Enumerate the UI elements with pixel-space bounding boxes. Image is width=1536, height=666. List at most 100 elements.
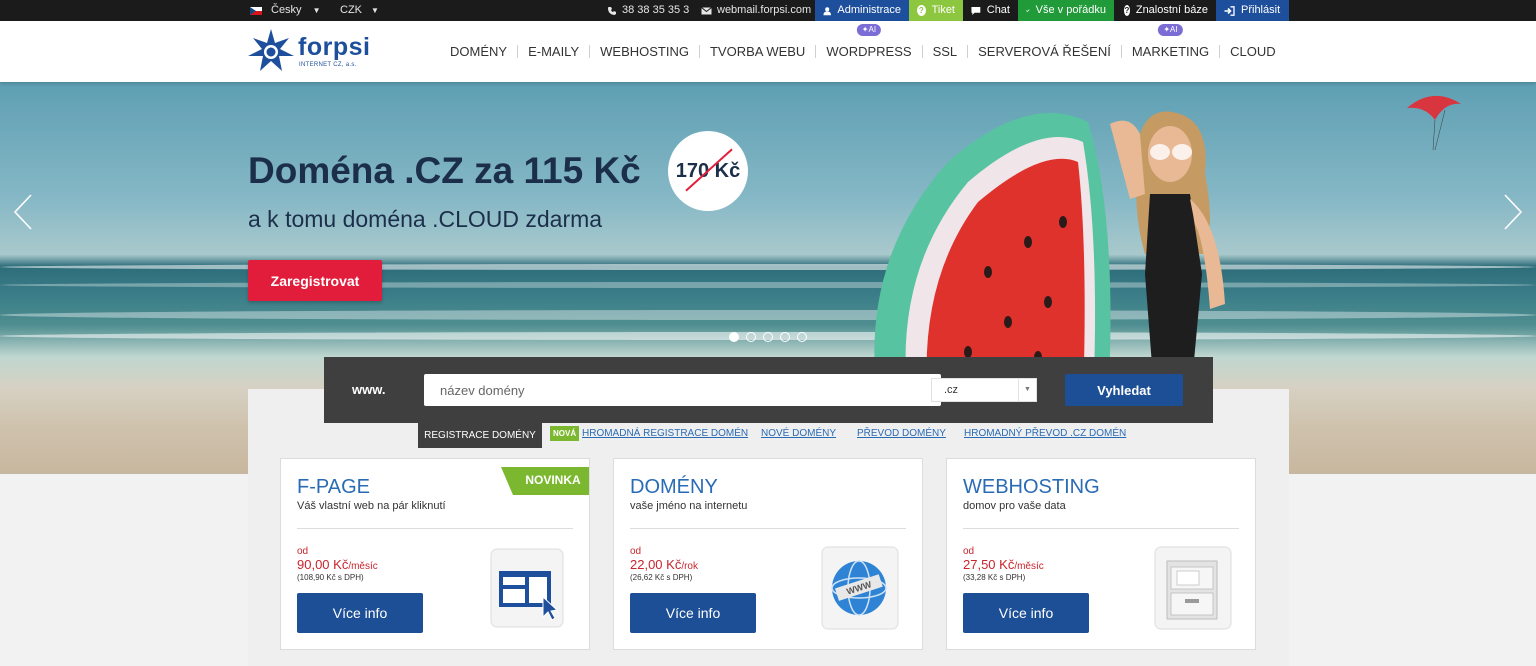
chat-label: Chat xyxy=(986,4,1010,16)
nav-item-tvorba-webu[interactable]: TVORBA WEBU xyxy=(698,44,815,59)
divider xyxy=(963,528,1239,529)
slider-dot[interactable] xyxy=(780,332,790,342)
webmail-link[interactable]: webmail.forpsi.com xyxy=(701,0,811,21)
slider-prev-arrow-icon[interactable] xyxy=(13,194,33,237)
knowledge-base-link[interactable]: ? Znalostní báze xyxy=(1116,0,1216,21)
top-bar: Česky ▼ CZK ▼ 38 38 35 35 3 webmail.forp… xyxy=(0,0,1536,21)
web-builder-icon xyxy=(490,548,564,628)
nav-item-domeny[interactable]: DOMÉNY xyxy=(440,45,517,58)
logo-subtitle: INTERNET CZ, a.s. xyxy=(299,62,357,68)
more-info-button[interactable]: Více info xyxy=(963,593,1089,633)
language-selector[interactable]: Česky ▼ xyxy=(250,0,320,21)
wave-decoration xyxy=(0,282,1536,288)
slider-dot[interactable] xyxy=(763,332,773,342)
question-icon: ? xyxy=(917,5,926,16)
tab-registrace-domeny[interactable]: REGISTRACE DOMÉNY xyxy=(418,423,542,448)
status-button[interactable]: Vše v pořádku xyxy=(1018,0,1114,21)
forpsi-logo[interactable]: forpsi INTERNET CZ, a.s. xyxy=(248,27,378,75)
login-label: Přihlásit xyxy=(1241,4,1281,16)
chat-bubble-icon xyxy=(971,6,981,15)
currency-selector[interactable]: CZK ▼ xyxy=(340,0,379,21)
more-info-button[interactable]: Více info xyxy=(297,593,423,633)
price-from: od xyxy=(297,546,309,557)
language-label: Česky xyxy=(271,4,302,16)
nav-item-serverova-reseni[interactable]: SERVEROVÁ ŘEŠENÍ xyxy=(967,45,1121,58)
webmail-label: webmail.forpsi.com xyxy=(717,4,812,16)
hero-subtitle: a k tomu doména .CLOUD zdarma xyxy=(248,206,603,232)
link-bulk-registration[interactable]: HROMADNÁ REGISTRACE DOMÉN xyxy=(582,428,748,439)
link-domain-transfer[interactable]: PŘEVOD DOMÉNY xyxy=(857,428,946,439)
price: 90,00 Kč/měsíc xyxy=(297,557,378,572)
domain-search-panel: www. .cz ▼ Vyhledat xyxy=(324,357,1213,423)
nav-label: CLOUD xyxy=(1230,44,1276,59)
price-with-vat: (26,62 Kč s DPH) xyxy=(630,573,693,582)
more-info-button[interactable]: Více info xyxy=(630,593,756,633)
link-bulk-cz-transfer[interactable]: HROMADNÝ PŘEVOD .CZ DOMÉN xyxy=(964,428,1126,439)
wave-decoration xyxy=(0,310,1536,320)
login-button[interactable]: Přihlásit xyxy=(1216,0,1289,21)
slider-next-arrow-icon[interactable] xyxy=(1503,194,1523,237)
chat-button[interactable]: Chat xyxy=(963,0,1018,21)
checkmark-icon xyxy=(1026,9,1030,12)
nav-label: E-MAILY xyxy=(528,44,580,59)
price-value: 27,50 Kč xyxy=(963,557,1015,572)
czech-flag-icon xyxy=(250,6,262,15)
nav-item-webhosting[interactable]: WEBHOSTING xyxy=(589,45,699,58)
ai-badge-label: AI xyxy=(868,25,877,34)
ai-badge: ✦AI xyxy=(856,24,882,36)
ai-badge: ✦AI xyxy=(1158,24,1183,36)
wave-decoration xyxy=(0,264,1536,270)
card-subtitle: Váš vlastní web na pár kliknutí xyxy=(297,500,446,512)
novinka-ribbon: NOVINKA xyxy=(501,467,589,501)
domain-search-input[interactable] xyxy=(424,374,941,406)
currency-label: CZK xyxy=(340,4,362,16)
tiket-label: Tiket xyxy=(931,4,955,16)
chevron-down-icon: ▼ xyxy=(371,6,379,15)
chevron-down-icon: ▼ xyxy=(312,6,321,15)
link-new-domains[interactable]: NOVÉ DOMÉNY xyxy=(761,428,836,439)
search-button[interactable]: Vyhledat xyxy=(1065,374,1183,406)
price: 22,00 Kč/rok xyxy=(630,557,698,572)
nav-item-marketing[interactable]: ✦AI MARKETING xyxy=(1120,24,1219,58)
phone-number: 38 38 35 35 3 xyxy=(622,4,690,16)
site-header: forpsi INTERNET CZ, a.s. DOMÉNY E-MAILY … xyxy=(0,21,1536,82)
ai-badge-label: AI xyxy=(1170,25,1178,34)
register-button[interactable]: Zaregistrovat xyxy=(248,260,382,301)
slider-dot[interactable] xyxy=(797,332,807,342)
nav-item-emaily[interactable]: E-MAILY xyxy=(517,45,589,58)
price-value: 22,00 Kč xyxy=(630,557,682,572)
hero-title: Doména .CZ za 115 Kč xyxy=(248,150,641,191)
envelope-icon xyxy=(701,6,712,14)
phone-link[interactable]: 38 38 35 35 3 xyxy=(607,0,689,21)
question-icon: ? xyxy=(1124,5,1130,16)
nav-label: WORDPRESS xyxy=(826,44,912,59)
slider-dot[interactable] xyxy=(729,332,739,342)
tiket-button[interactable]: ? Tiket xyxy=(909,0,963,21)
administrace-button[interactable]: Administrace xyxy=(815,0,909,21)
nav-item-ssl[interactable]: SSL xyxy=(921,45,968,58)
logo-wordmark: forpsi xyxy=(298,33,371,61)
nav-label: SERVEROVÁ ŘEŠENÍ xyxy=(978,44,1111,59)
server-drawer-icon xyxy=(1154,546,1232,630)
product-card-domeny: DOMÉNY vaše jméno na internetu od 22,00 … xyxy=(613,458,923,650)
card-title: DOMÉNY xyxy=(630,476,718,498)
nav-item-cloud[interactable]: CLOUD xyxy=(1219,45,1286,58)
kite-image xyxy=(1407,95,1461,150)
chevron-down-icon: ▼ xyxy=(1018,379,1036,401)
nav-label: TVORBA WEBU xyxy=(709,44,806,59)
price-unit: /měsíc xyxy=(1014,561,1044,572)
price-value: 90,00 Kč xyxy=(297,557,349,572)
price-from: od xyxy=(963,546,975,557)
slider-dots xyxy=(729,332,807,342)
card-subtitle: vaše jméno na internetu xyxy=(630,500,748,512)
nav-item-wordpress[interactable]: ✦AI WORDPRESS xyxy=(815,24,921,59)
globe-www-icon: WWW xyxy=(821,546,899,630)
price-unit: /měsíc xyxy=(348,561,378,572)
tld-value: .cz xyxy=(944,384,959,396)
status-label: Vše v pořádku xyxy=(1035,4,1106,16)
tld-select[interactable]: .cz ▼ xyxy=(931,378,1037,402)
sparkle-icon: ✦ xyxy=(1163,25,1171,34)
price-with-vat: (33,28 Kč s DPH) xyxy=(963,573,1026,582)
phone-icon xyxy=(608,6,616,15)
slider-dot[interactable] xyxy=(746,332,756,342)
